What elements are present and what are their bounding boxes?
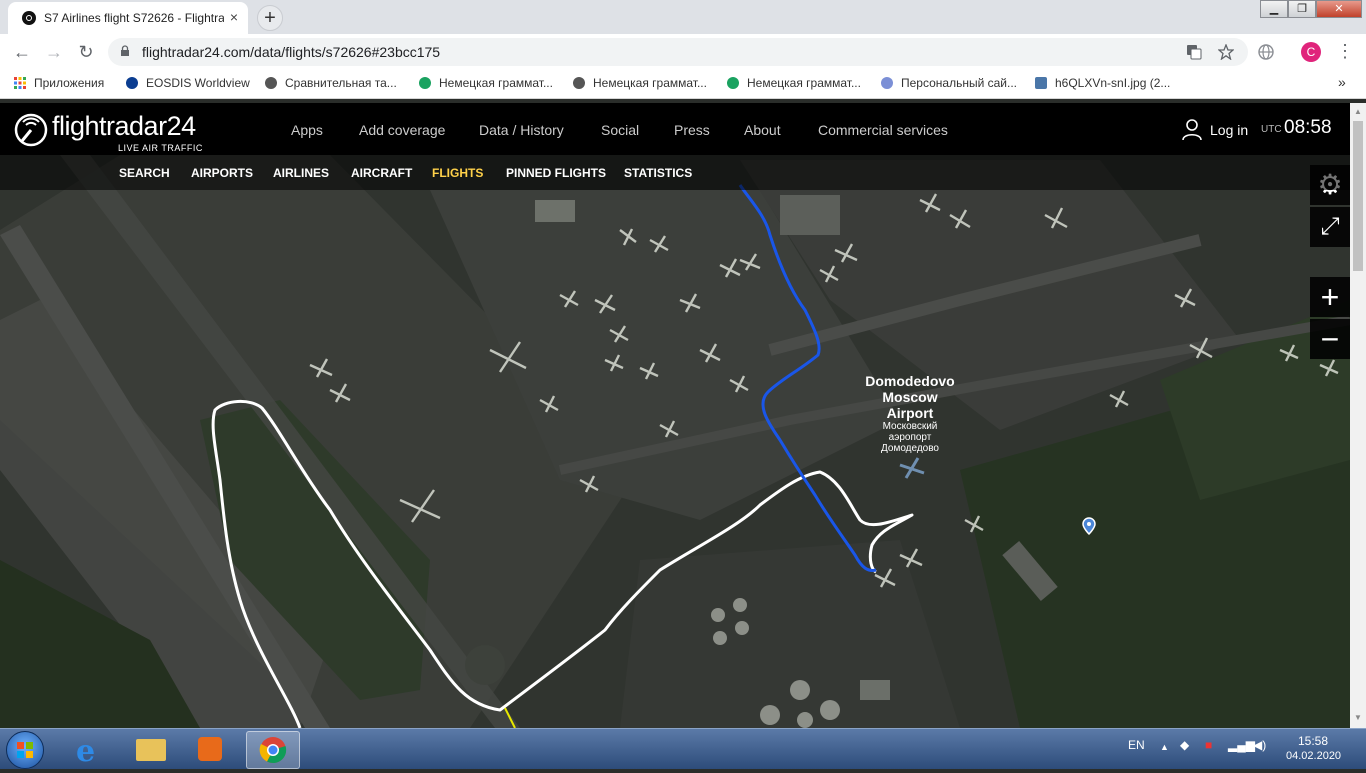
fullscreen-icon: ⤢ bbox=[1320, 213, 1340, 240]
minimize-button[interactable]: ▁ bbox=[1260, 0, 1288, 18]
new-tab-button[interactable]: + bbox=[257, 5, 283, 31]
antivirus-icon[interactable]: ■ bbox=[1205, 738, 1212, 752]
lock-icon bbox=[121, 45, 129, 56]
nasa-icon bbox=[126, 77, 138, 89]
subnav-airlines[interactable]: AIRLINES bbox=[273, 166, 329, 180]
subnav-search[interactable]: SEARCH bbox=[119, 166, 170, 180]
url-text: flightradar24.com/data/flights/s72626#23… bbox=[142, 44, 441, 60]
folder-icon bbox=[136, 739, 166, 761]
bookmark-personal-site[interactable]: Персональный сай... bbox=[881, 76, 1017, 90]
taskbar-time[interactable]: 15:58 bbox=[1298, 734, 1328, 748]
bookmark-eosdis[interactable]: EOSDIS Worldview bbox=[126, 76, 250, 90]
zoom-in-button[interactable]: + bbox=[1310, 277, 1350, 317]
radar-logo-icon bbox=[14, 113, 48, 147]
close-window-button[interactable]: ✕ bbox=[1316, 0, 1362, 18]
logo-subtitle: LIVE AIR TRAFFIC bbox=[118, 143, 203, 153]
scroll-down-icon[interactable]: ▼ bbox=[1354, 713, 1362, 722]
language-indicator[interactable]: EN bbox=[1128, 738, 1145, 752]
extension-globe-icon[interactable] bbox=[1258, 44, 1274, 60]
browser-tab[interactable]: S7 Airlines flight S72626 - Flightradar2… bbox=[8, 2, 248, 34]
login-link[interactable]: Log in bbox=[1210, 122, 1248, 138]
taskbar-chrome[interactable] bbox=[246, 731, 300, 769]
sub-navigation: SEARCH AIRPORTS AIRLINES AIRCRAFT FLIGHT… bbox=[0, 155, 1350, 190]
globe-icon bbox=[265, 77, 277, 89]
nav-social[interactable]: Social bbox=[601, 122, 639, 138]
bookmark-comparative[interactable]: Сравнительная та... bbox=[265, 76, 397, 90]
subnav-airports[interactable]: AIRPORTS bbox=[191, 166, 253, 180]
utc-clock: 08:58 bbox=[1284, 117, 1332, 138]
start-button[interactable] bbox=[6, 731, 44, 769]
vk-icon bbox=[1035, 77, 1047, 89]
shield-icon bbox=[881, 77, 893, 89]
taskbar-ie[interactable]: e bbox=[64, 731, 116, 769]
utc-label: UTC bbox=[1261, 124, 1282, 135]
plus-icon: + bbox=[1320, 279, 1340, 315]
scrollbar-thumb[interactable] bbox=[1353, 121, 1363, 271]
translate-icon[interactable] bbox=[1186, 44, 1202, 60]
flight-map[interactable]: Domodedovo Moscow Airport Московский аэр… bbox=[0, 155, 1350, 728]
taskbar-date[interactable]: 04.02.2020 bbox=[1286, 750, 1341, 762]
network-signal-icon[interactable]: ▂▄▆ bbox=[1228, 738, 1255, 752]
bookmarks-overflow-button[interactable]: » bbox=[1338, 74, 1346, 90]
browser-tab-bar: S7 Airlines flight S72626 - Flightradar2… bbox=[0, 0, 1366, 34]
zoom-out-button[interactable]: − bbox=[1310, 319, 1350, 359]
bookmark-german-3[interactable]: Немецкая граммат... bbox=[727, 76, 861, 90]
minus-icon: − bbox=[1320, 321, 1340, 357]
chrome-icon bbox=[259, 737, 287, 764]
satellite-map-layer bbox=[0, 155, 1350, 728]
back-button[interactable]: ← bbox=[10, 40, 34, 64]
taskbar-media-player[interactable] bbox=[184, 731, 236, 767]
fullscreen-button[interactable]: ⤢ bbox=[1310, 207, 1350, 247]
profile-avatar[interactable]: C bbox=[1301, 42, 1321, 62]
site-icon bbox=[419, 77, 431, 89]
user-icon[interactable] bbox=[1182, 119, 1202, 141]
airport-name-label: Domodedovo Moscow Airport bbox=[865, 373, 955, 421]
bookmark-german-1[interactable]: Немецкая граммат... bbox=[419, 76, 553, 90]
nav-add-coverage[interactable]: Add coverage bbox=[359, 122, 445, 138]
subnav-aircraft[interactable]: AIRCRAFT bbox=[351, 166, 412, 180]
address-bar[interactable]: flightradar24.com/data/flights/s72626#23… bbox=[108, 38, 1248, 66]
subnav-pinned-flights[interactable]: PINNED FLIGHTS bbox=[506, 166, 606, 180]
subnav-statistics[interactable]: STATISTICS bbox=[624, 166, 692, 180]
forward-button[interactable]: → bbox=[42, 40, 66, 64]
page-scrollbar[interactable]: ▲ ▼ bbox=[1350, 103, 1366, 728]
site-header: flightradar24 LIVE AIR TRAFFIC Apps Add … bbox=[0, 103, 1350, 155]
subnav-flights[interactable]: FLIGHTS bbox=[432, 166, 483, 180]
browser-toolbar: ← → ↻ flightradar24.com/data/flights/s72… bbox=[0, 34, 1366, 70]
site-icon bbox=[727, 77, 739, 89]
bookmark-vk-image[interactable]: h6QLXVn-snI.jpg (2... bbox=[1035, 76, 1170, 90]
bookmark-star-icon[interactable] bbox=[1218, 44, 1234, 60]
tab-title: S7 Airlines flight S72626 - Flightradar2… bbox=[44, 11, 224, 25]
nav-commercial-services[interactable]: Commercial services bbox=[818, 122, 948, 138]
airport-name-ru-label: Московский аэропорт Домодедово bbox=[881, 421, 939, 454]
nav-press[interactable]: Press bbox=[674, 122, 710, 138]
taskbar-explorer[interactable] bbox=[124, 731, 176, 767]
windows-logo-icon bbox=[17, 742, 33, 758]
volume-icon[interactable]: ◀) bbox=[1253, 738, 1266, 752]
bookmark-apps[interactable]: Приложения bbox=[14, 76, 104, 90]
windows-taskbar: e EN ▲ ◆ ■ ▂▄▆ ◀) 15:58 04.02.2020 bbox=[0, 728, 1366, 769]
nav-about[interactable]: About bbox=[744, 122, 781, 138]
menu-kebab-icon[interactable]: ⋮ bbox=[1336, 41, 1354, 62]
media-player-icon bbox=[198, 737, 222, 761]
nav-apps[interactable]: Apps bbox=[291, 122, 323, 138]
reload-button[interactable]: ↻ bbox=[74, 40, 98, 64]
dropbox-icon[interactable]: ◆ bbox=[1180, 738, 1189, 752]
logo-text: flightradar24 bbox=[52, 111, 196, 141]
globe-icon bbox=[573, 77, 585, 89]
flightradar24-logo[interactable]: flightradar24 LIVE AIR TRAFFIC bbox=[14, 109, 204, 153]
tray-expand-icon[interactable]: ▲ bbox=[1160, 742, 1169, 752]
flightradar-favicon-icon bbox=[22, 11, 36, 25]
nav-data-history[interactable]: Data / History bbox=[479, 122, 564, 138]
apps-grid-icon bbox=[14, 77, 26, 89]
bookmarks-bar: Приложения EOSDIS Worldview Сравнительна… bbox=[0, 70, 1366, 99]
internet-explorer-icon: e bbox=[76, 734, 96, 769]
scroll-up-icon[interactable]: ▲ bbox=[1354, 107, 1362, 116]
tab-close-button[interactable]: × bbox=[230, 9, 238, 25]
maximize-button[interactable]: ❐ bbox=[1288, 0, 1316, 18]
bookmark-german-2[interactable]: Немецкая граммат... bbox=[573, 76, 707, 90]
